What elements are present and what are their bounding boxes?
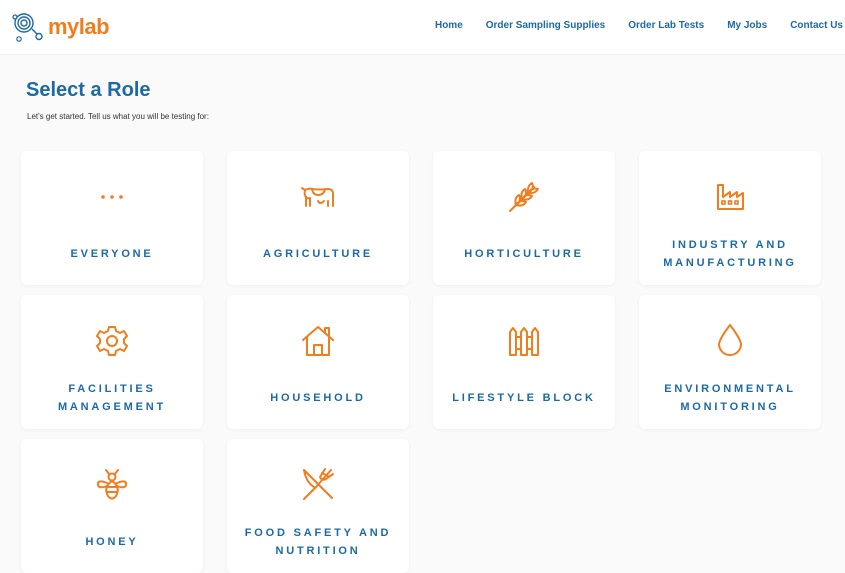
role-label: HORTICULTURE [464,248,584,260]
role-card-household[interactable]: HOUSEHOLD [227,295,409,429]
fence-icon [504,321,544,361]
role-card-food-safety-and-nutrition[interactable]: FOOD SAFETY AND NUTRITION [227,439,409,573]
role-label: ENVIRONMENTAL MONITORING [664,383,796,413]
role-card-horticulture[interactable]: HORTICULTURE [433,151,615,285]
role-card-honey[interactable]: HONEY [21,439,203,573]
factory-icon [710,177,750,217]
role-grid: EVERYONE AGRICULTURE HORTICULTURE INDUST… [21,151,826,573]
mylab-logo[interactable]: mylab [10,7,110,47]
role-label: EVERYONE [70,248,154,260]
house-icon [298,321,338,361]
ellipsis-icon [92,177,132,217]
role-card-environmental-monitoring[interactable]: ENVIRONMENTAL MONITORING [639,295,821,429]
role-card-facilities-management[interactable]: FACILITIES MANAGEMENT [21,295,203,429]
role-card-everyone[interactable]: EVERYONE [21,151,203,285]
nav-contact-us[interactable]: Contact Us [790,20,843,31]
site-header: mylab Home Order Sampling Supplies Order… [0,0,845,55]
fingerprint-logo-icon [12,13,43,42]
role-label: HOUSEHOLD [270,392,366,404]
nav-order-sampling-supplies[interactable]: Order Sampling Supplies [486,20,605,31]
gear-icon [92,321,132,361]
role-label: HONEY [85,536,139,548]
main-nav: Home Order Sampling Supplies Order Lab T… [412,20,843,31]
water-drop-icon [710,321,750,361]
role-card-agriculture[interactable]: AGRICULTURE [227,151,409,285]
nav-home[interactable]: Home [435,20,463,31]
brand-name: mylab [48,14,110,39]
role-card-lifestyle-block[interactable]: LIFESTYLE BLOCK [433,295,615,429]
nav-order-lab-tests[interactable]: Order Lab Tests [628,20,704,31]
page-subtitle: Let's get started. Tell us what you will… [27,112,209,121]
role-label: LIFESTYLE BLOCK [452,392,596,404]
bee-icon [92,465,132,505]
role-card-industry-and-manufacturing[interactable]: INDUSTRY AND MANUFACTURING [639,151,821,285]
role-label: FACILITIES MANAGEMENT [57,383,167,413]
nav-my-jobs[interactable]: My Jobs [727,20,767,31]
wheat-icon [504,177,544,217]
role-label: AGRICULTURE [262,248,374,260]
page-title: Select a Role [26,79,151,101]
role-label: FOOD SAFETY AND NUTRITION [244,527,392,557]
role-label: INDUSTRY AND MANUFACTURING [663,239,797,269]
fork-knife-icon [298,465,338,505]
cow-icon [298,177,338,217]
